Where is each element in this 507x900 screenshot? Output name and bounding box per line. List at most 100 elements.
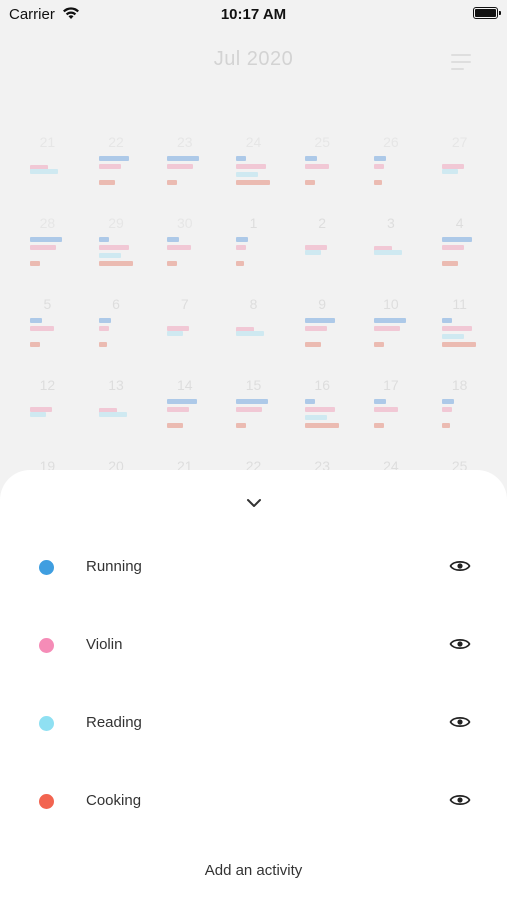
battery-icon (473, 7, 501, 19)
activity-bar (167, 180, 178, 185)
calendar-day[interactable]: 2 (288, 209, 357, 290)
calendar-day-number: 15 (245, 377, 262, 393)
calendar-day-number: 26 (383, 134, 399, 150)
activity-bar (236, 164, 267, 169)
chevron-down-icon[interactable] (243, 497, 265, 511)
calendar-day[interactable]: 8 (219, 290, 288, 371)
calendar-day[interactable]: 18 (425, 371, 494, 452)
calendar-day[interactable]: 5 (13, 290, 82, 371)
calendar-day[interactable]: 30 (150, 209, 219, 290)
calendar-day[interactable]: 12 (13, 371, 82, 452)
calendar-day[interactable]: 14 (150, 371, 219, 452)
activity-bar (373, 342, 384, 347)
calendar-day-number: 17 (383, 377, 399, 393)
calendar-day[interactable]: 28 (13, 209, 82, 290)
activity-bar (304, 342, 321, 347)
activity-bar (98, 412, 127, 417)
activity-bar (373, 180, 382, 185)
activity-row-cooking[interactable]: Cooking (0, 777, 507, 827)
calendar-day[interactable]: 27 (425, 128, 494, 209)
eye-icon[interactable] (449, 714, 471, 730)
activity-bar (442, 407, 453, 412)
activity-label: Violin (86, 636, 123, 653)
calendar-day-number: 18 (451, 377, 468, 393)
activity-bar (30, 245, 56, 250)
calendar-day-number: 23 (176, 134, 193, 150)
activity-row-running[interactable]: Running (0, 543, 507, 593)
activity-bar (167, 245, 192, 250)
activity-bar (236, 245, 247, 250)
activity-bar (167, 237, 180, 242)
activity-row-reading[interactable]: Reading (0, 699, 507, 749)
activity-bar (442, 261, 459, 266)
calendar-day[interactable]: 7 (150, 290, 219, 371)
activity-row-violin[interactable]: Violin (0, 621, 507, 671)
calendar-day[interactable]: 25 (288, 128, 357, 209)
calendar-day[interactable]: 16 (288, 371, 357, 452)
calendar-day[interactable]: 6 (82, 290, 151, 371)
activity-bar (98, 261, 133, 266)
calendar-day-number: 22 (108, 134, 124, 150)
activities-sheet: Running Violin Reading Cooking Add an activ… (0, 470, 507, 900)
activity-bar (442, 169, 459, 174)
activity-bar (167, 164, 194, 169)
activity-bar (98, 164, 121, 169)
calendar-day[interactable]: 4 (425, 209, 494, 290)
calendar-day[interactable]: 9 (288, 290, 357, 371)
calendar-day[interactable]: 21 (13, 128, 82, 209)
activity-bar (236, 172, 259, 177)
activity-color-dot (39, 716, 54, 731)
activity-bar (236, 407, 263, 412)
activity-bar (304, 423, 339, 428)
calendar-day[interactable]: 13 (82, 371, 151, 452)
calendar-day[interactable]: 17 (357, 371, 426, 452)
activity-bar (167, 156, 200, 161)
activity-bar (442, 237, 473, 242)
eye-icon[interactable] (449, 558, 471, 574)
activity-bar (30, 169, 58, 174)
month-title: Jul 2020 (213, 48, 294, 70)
add-activity-button[interactable]: Add an activity (0, 862, 507, 879)
calendar-day[interactable]: 29 (82, 209, 151, 290)
activity-bar (373, 156, 386, 161)
calendar-day-number: 24 (245, 134, 262, 150)
calendar-day-number: 4 (455, 215, 464, 231)
calendar-day[interactable]: 15 (219, 371, 288, 452)
activity-bar (167, 407, 190, 412)
activity-bar (373, 399, 386, 404)
activity-bar (167, 423, 184, 428)
calendar-day-number: 5 (43, 296, 52, 312)
menu-icon[interactable] (451, 54, 471, 70)
activity-bar (442, 318, 453, 323)
activity-bar (98, 342, 107, 347)
calendar-day[interactable]: 23 (150, 128, 219, 209)
activity-label: Cooking (86, 792, 142, 809)
calendar-day-number: 29 (108, 215, 124, 231)
activity-bar (304, 326, 327, 331)
calendar-background: Jul 2020 21 22 23 24 25 26 27 28 29 30 1 2 3 4 5 6 7 8 9 10… (0, 28, 507, 508)
activity-bar (373, 250, 402, 255)
activity-color-dot (39, 560, 54, 575)
calendar-day-number: 11 (452, 296, 467, 312)
calendar-day[interactable]: 11 (425, 290, 494, 371)
calendar-day[interactable]: 3 (357, 209, 426, 290)
calendar-day[interactable]: 1 (219, 209, 288, 290)
eye-icon[interactable] (449, 792, 471, 808)
calendar-day-number: 2 (318, 215, 327, 231)
calendar-day-number: 6 (112, 296, 120, 312)
calendar-day[interactable]: 10 (357, 290, 426, 371)
calendar-day-number: 16 (314, 377, 330, 393)
calendar-day-number: 27 (451, 134, 468, 150)
activity-bar (304, 164, 329, 169)
calendar-day[interactable]: 24 (219, 128, 288, 209)
activity-bar (30, 412, 46, 417)
activity-label: Running (86, 558, 142, 575)
activity-color-dot (39, 638, 54, 653)
eye-icon[interactable] (449, 636, 471, 652)
calendar-day[interactable]: 26 (357, 128, 426, 209)
activity-bar (236, 261, 245, 266)
activity-bar (236, 423, 247, 428)
activity-bar (304, 318, 335, 323)
activity-bar (30, 237, 62, 242)
calendar-day[interactable]: 22 (82, 128, 151, 209)
